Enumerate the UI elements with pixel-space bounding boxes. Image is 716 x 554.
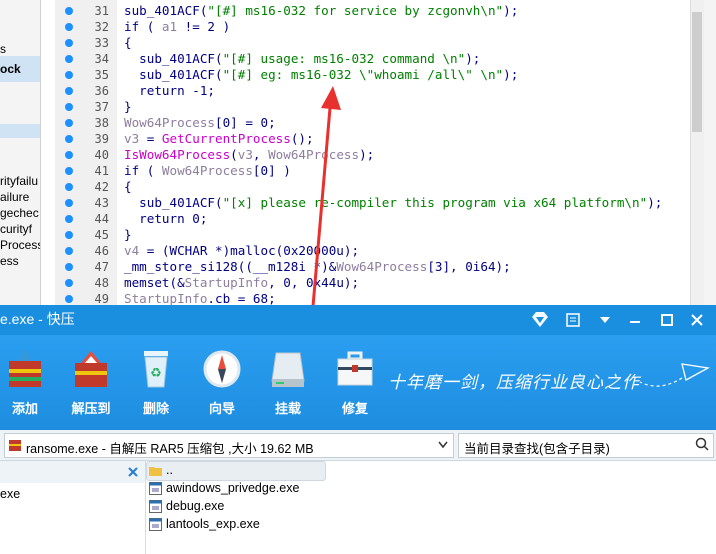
- file-row[interactable]: lantools_exp.exe: [147, 516, 327, 534]
- path-text: ransome.exe - 自解压 RAR5 压缩包 ,大小 19.62 MB: [26, 442, 314, 456]
- extract-button[interactable]: 解压到: [62, 343, 120, 423]
- repair-label: 修复: [341, 401, 368, 416]
- arrow-head: [321, 86, 341, 110]
- extract-icon: [75, 351, 107, 387]
- repair-button[interactable]: 修复: [326, 343, 384, 423]
- search-icon[interactable]: [695, 437, 709, 451]
- add-label: 添加: [11, 401, 38, 416]
- file-name: ..: [166, 463, 173, 477]
- exe-file-icon: [149, 482, 162, 495]
- slogan-text: 十年磨一剑，压缩行业良心之作: [388, 373, 640, 393]
- extract-label: 解压到: [71, 401, 111, 416]
- search-placeholder: 当前目录查找(包含子目录): [464, 442, 610, 456]
- drive-icon: [271, 352, 305, 387]
- minimize-icon[interactable]: [624, 309, 646, 331]
- close-tree-icon[interactable]: [127, 466, 139, 478]
- compass-icon: [203, 350, 241, 388]
- file-row[interactable]: awindows_privedge.exe: [147, 480, 327, 498]
- delete-label: 删除: [142, 401, 169, 416]
- toolbox-icon: [337, 351, 373, 386]
- file-name: awindows_privedge.exe: [166, 481, 300, 495]
- maximize-icon[interactable]: [656, 309, 678, 331]
- tree-item[interactable]: exe: [0, 487, 20, 501]
- feedback-icon[interactable]: [562, 309, 584, 331]
- file-name: lantools_exp.exe: [166, 517, 260, 531]
- svg-text:♻: ♻: [150, 366, 162, 381]
- file-row[interactable]: debug.exe: [147, 498, 327, 516]
- exe-file-icon: [149, 518, 162, 531]
- archive-icon: [9, 440, 21, 451]
- file-name: debug.exe: [166, 499, 225, 513]
- mount-button[interactable]: 挂载: [259, 343, 317, 423]
- close-icon[interactable]: [686, 309, 708, 331]
- wizard-button[interactable]: 向导: [193, 343, 251, 423]
- file-row-parent[interactable]: ..: [147, 462, 327, 480]
- chevron-down-icon[interactable]: [437, 440, 449, 450]
- recycle-bin-icon: ♻: [144, 351, 168, 388]
- menu-icon[interactable]: [594, 309, 616, 331]
- window-title: e.exe - 快压: [0, 311, 75, 327]
- exe-file-icon: [149, 500, 162, 513]
- add-button[interactable]: 添加: [0, 343, 54, 423]
- delete-button[interactable]: ♻ 删除: [127, 343, 185, 423]
- wizard-label: 向导: [208, 401, 235, 416]
- diamond-icon[interactable]: [529, 309, 551, 331]
- add-archive-icon: [9, 349, 41, 387]
- folder-icon: [149, 467, 162, 476]
- mount-label: 挂载: [274, 401, 301, 416]
- folder-tree-header: [0, 461, 145, 483]
- paper-plane-icon: [639, 363, 710, 387]
